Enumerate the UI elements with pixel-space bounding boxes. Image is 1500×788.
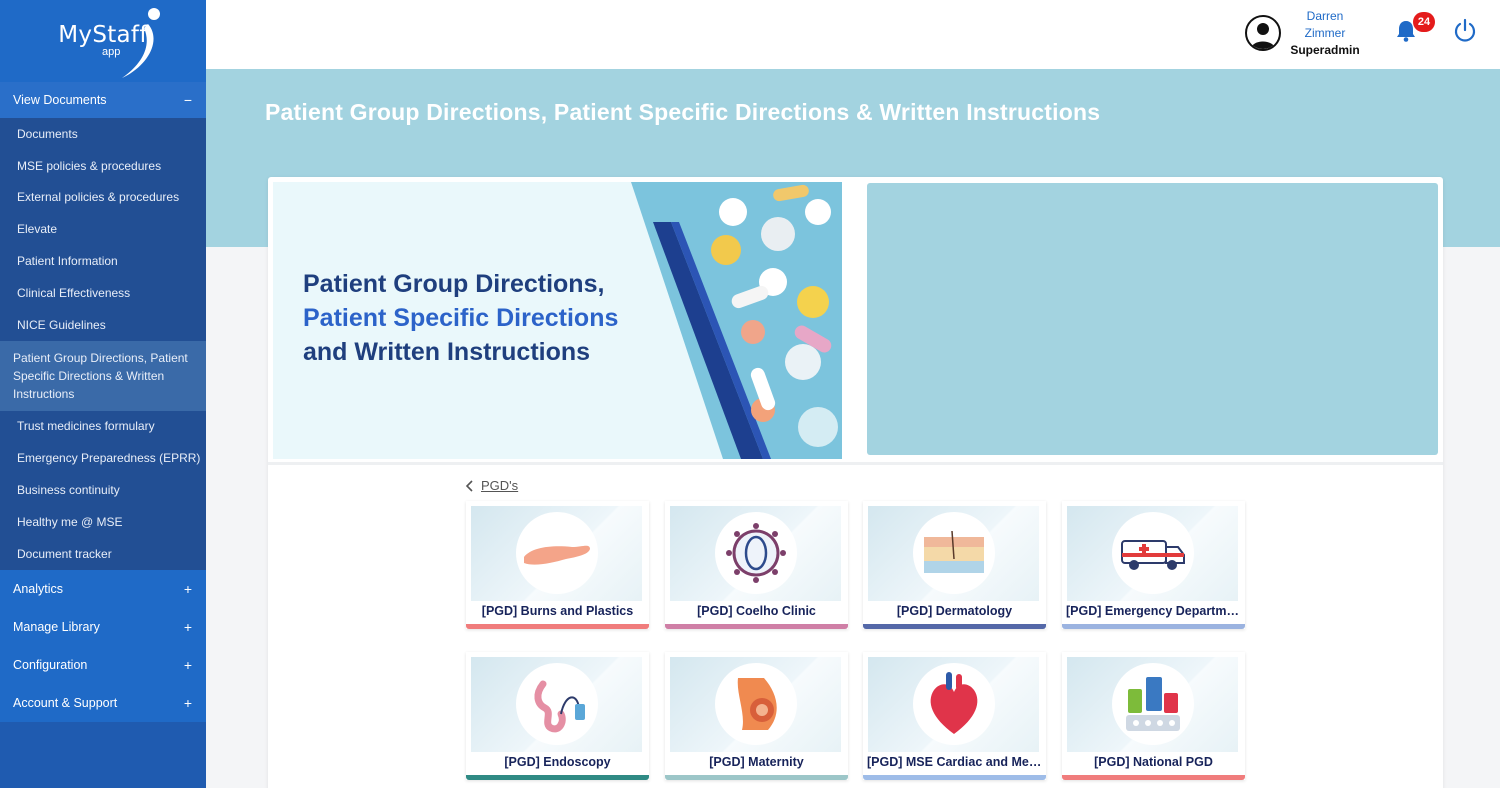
tile-image	[471, 506, 642, 601]
breadcrumb-label[interactable]: PGD's	[481, 478, 518, 493]
tile-color-bar	[863, 624, 1046, 629]
tile-label: [PGD] Dermatology	[896, 604, 1013, 618]
tile-color-bar	[665, 624, 848, 629]
tile-color-bar	[863, 775, 1046, 780]
skin-layers-icon	[913, 512, 995, 594]
tile-image	[471, 657, 642, 752]
banner-line-1: Patient Group Directions,	[303, 270, 605, 298]
nav-section-account-support[interactable]: Account & Support +	[0, 683, 206, 722]
expand-icon: +	[183, 580, 192, 597]
tile-coelho-clinic[interactable]: [PGD] Coelho Clinic	[665, 501, 848, 629]
heart-icon	[913, 663, 995, 745]
sidebar-item-medicines-formulary[interactable]: Trust medicines formulary	[0, 411, 206, 443]
tile-label: [PGD] Coelho Clinic	[697, 604, 816, 618]
nav-section-label: Analytics	[13, 581, 64, 596]
chevron-left-icon[interactable]	[465, 479, 475, 493]
user-info[interactable]: Darren Zimmer Superadmin	[1286, 8, 1364, 59]
tile-label: [PGD] Maternity	[709, 755, 804, 769]
sidebar-item-external-policies[interactable]: External policies & procedures	[0, 182, 206, 214]
tile-color-bar	[665, 775, 848, 780]
sidebar-item-elevate[interactable]: Elevate	[0, 213, 206, 245]
expand-icon: +	[183, 694, 192, 711]
notification-badge: 24	[1413, 12, 1435, 32]
nav-section-label: Manage Library	[13, 619, 100, 634]
sidebar-item-pgd[interactable]: Patient Group Directions, Patient Specif…	[0, 340, 206, 411]
pregnancy-icon	[715, 663, 797, 745]
sidebar-item-mse-policies[interactable]: MSE policies & procedures	[0, 150, 206, 182]
tile-label: [PGD] Emergency Department	[1066, 604, 1245, 618]
user-role: Superadmin	[1290, 43, 1360, 57]
tile-label: [PGD] MSE Cardiac and Medicine	[867, 755, 1046, 769]
tile-endoscopy[interactable]: [PGD] Endoscopy	[466, 652, 649, 780]
hand-icon	[516, 512, 598, 594]
breadcrumb[interactable]: PGD's	[465, 478, 518, 493]
sidebar-item-documents[interactable]: Documents	[0, 118, 206, 150]
sidebar: MyStaff app View Documents − Documents M…	[0, 0, 206, 788]
virus-icon	[715, 512, 797, 594]
tile-label: [PGD] National PGD	[1094, 755, 1213, 769]
divider	[268, 462, 1443, 465]
sidebar-item-document-tracker[interactable]: Document tracker	[0, 538, 206, 570]
nav-section-manage-library[interactable]: Manage Library +	[0, 607, 206, 646]
nav-submenu: Documents MSE policies & procedures Exte…	[0, 118, 206, 570]
nav-section-analytics[interactable]: Analytics +	[0, 569, 206, 608]
expand-icon: +	[183, 656, 192, 673]
tile-image	[868, 657, 1039, 752]
logo-swoosh-icon	[122, 8, 160, 78]
user-first-name: Darren	[1306, 9, 1344, 23]
tile-image	[868, 506, 1039, 601]
video-placeholder[interactable]	[867, 183, 1438, 455]
tile-burns-and-plastics[interactable]: [PGD] Burns and Plastics	[466, 501, 649, 629]
tile-image	[1067, 657, 1238, 752]
banner-image: Patient Group Directions, Patient Specif…	[273, 182, 842, 459]
sidebar-item-business-continuity[interactable]: Business continuity	[0, 474, 206, 506]
user-last-name: Zimmer	[1304, 26, 1346, 40]
tile-mse-cardiac[interactable]: [PGD] MSE Cardiac and Medicine	[863, 652, 1046, 780]
nav-collapsed-sections: Analytics + Manage Library + Configurati…	[0, 569, 206, 722]
pills-illustration-icon	[631, 182, 842, 459]
sidebar-item-patient-information[interactable]: Patient Information	[0, 245, 206, 277]
expand-icon: +	[183, 618, 192, 635]
tile-label: [PGD] Endoscopy	[504, 755, 611, 769]
collapse-icon: −	[183, 92, 192, 108]
sidebar-item-eprr[interactable]: Emergency Preparedness (EPRR)	[0, 442, 206, 474]
nav-section-configuration[interactable]: Configuration +	[0, 645, 206, 684]
tile-image	[670, 506, 841, 601]
tile-color-bar	[1062, 775, 1245, 780]
tile-image	[1067, 506, 1238, 601]
page-title: Patient Group Directions, Patient Specif…	[265, 99, 1101, 125]
power-icon[interactable]	[1453, 18, 1477, 44]
banner-line-3: and Written Instructions	[303, 338, 591, 366]
ambulance-icon	[1112, 512, 1194, 594]
logo[interactable]: MyStaff app	[0, 0, 206, 82]
tile-color-bar	[466, 624, 649, 629]
sidebar-item-nice-guidelines[interactable]: NICE Guidelines	[0, 309, 206, 341]
tile-label: [PGD] Burns and Plastics	[481, 604, 634, 618]
sidebar-item-clinical-effectiveness[interactable]: Clinical Effectiveness	[0, 277, 206, 309]
tile-color-bar	[466, 775, 649, 780]
nav-section-label: Configuration	[13, 657, 88, 672]
endoscopy-icon	[516, 663, 598, 745]
medicines-icon	[1112, 663, 1194, 745]
tile-maternity[interactable]: [PGD] Maternity	[665, 652, 848, 780]
tile-dermatology[interactable]: [PGD] Dermatology	[863, 501, 1046, 629]
sidebar-item-healthy-me[interactable]: Healthy me @ MSE	[0, 506, 206, 538]
avatar-icon[interactable]	[1245, 15, 1281, 51]
nav-section-label: Account & Support	[13, 695, 118, 710]
tile-national-pgd[interactable]: [PGD] National PGD	[1062, 652, 1245, 780]
tile-emergency-department[interactable]: [PGD] Emergency Department	[1062, 501, 1245, 629]
tile-image	[670, 657, 841, 752]
banner-line-2: Patient Specific Directions	[303, 304, 619, 332]
content-card: Patient Group Directions, Patient Specif…	[268, 177, 1443, 788]
top-bar: Darren Zimmer Superadmin 24	[206, 0, 1500, 69]
tile-color-bar	[1062, 624, 1245, 629]
nav-section-label: View Documents	[13, 93, 107, 107]
nav-section-view-documents[interactable]: View Documents −	[0, 82, 206, 118]
